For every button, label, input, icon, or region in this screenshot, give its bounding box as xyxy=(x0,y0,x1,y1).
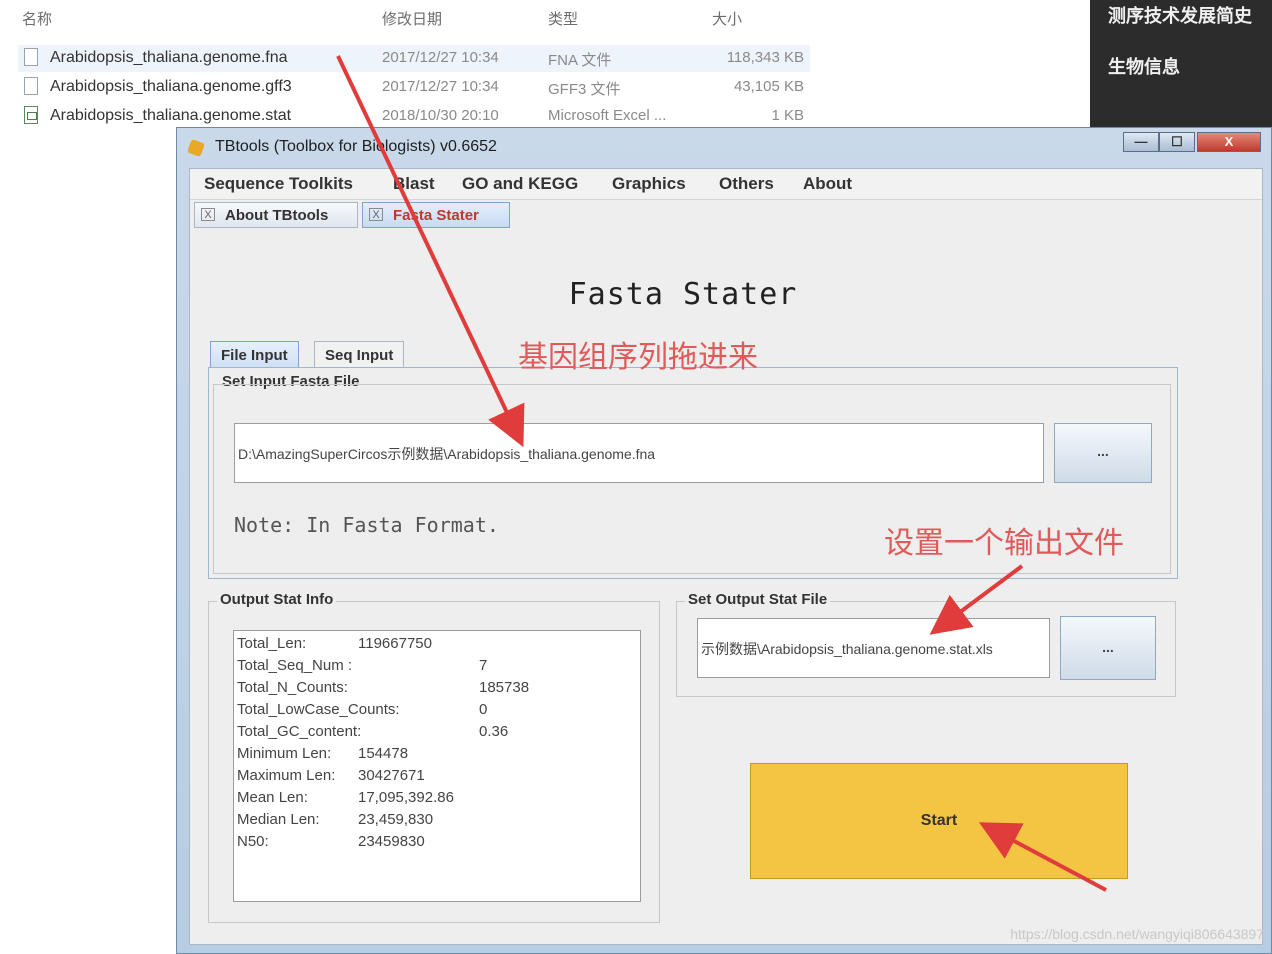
annotation-arrows xyxy=(336,55,1107,892)
arrow-to-output-field xyxy=(929,564,1024,635)
arrow-drag-to-input xyxy=(336,55,525,448)
arrow-to-start-button xyxy=(978,822,1107,892)
watermark: https://blog.csdn.net/wangyiqi806643897 xyxy=(1010,926,1264,942)
